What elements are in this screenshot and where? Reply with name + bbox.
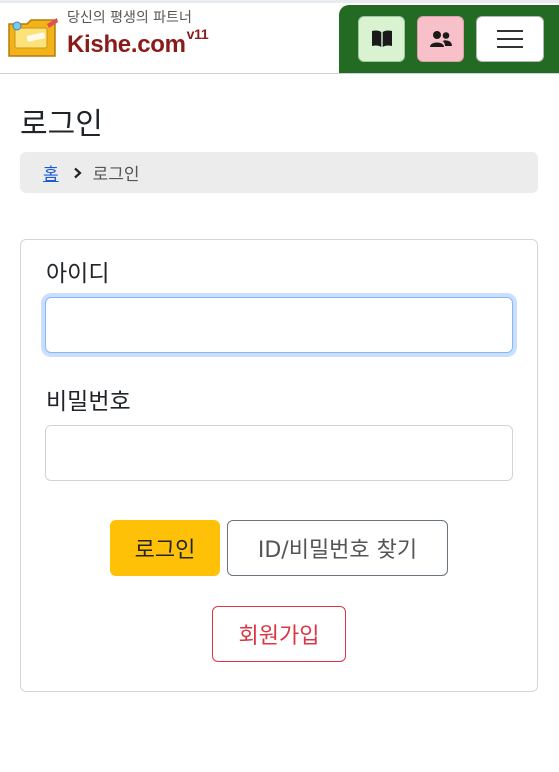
chevron-right-icon (73, 167, 82, 179)
open-book-icon (371, 30, 392, 47)
id-input[interactable] (45, 297, 513, 353)
find-id-password-button[interactable]: ID/비밀번호 찾기 (227, 520, 448, 576)
menu-button[interactable] (476, 16, 544, 62)
login-form-card: 아이디 비밀번호 로그인 ID/비밀번호 찾기 회원가입 (20, 239, 538, 692)
logo-icon[interactable] (7, 14, 59, 60)
version-badge: v11 (186, 26, 209, 42)
id-label: 아이디 (46, 261, 110, 287)
nav-panel (339, 5, 559, 73)
site-header: 당신의 평생의 파트너 Kishe.comv11 (0, 3, 559, 74)
brand-name[interactable]: Kishe.comv11 (67, 26, 209, 59)
hamburger-menu-icon (497, 30, 523, 48)
book-button[interactable] (358, 16, 405, 62)
login-button[interactable]: 로그인 (110, 520, 220, 576)
signup-button[interactable]: 회원가입 (212, 606, 346, 662)
people-button[interactable] (417, 16, 464, 62)
page-title: 로그인 (20, 107, 103, 142)
password-input[interactable] (45, 425, 513, 481)
breadcrumb: 홈 로그인 (20, 152, 538, 193)
password-label: 비밀번호 (46, 389, 131, 415)
brand-text[interactable]: Kishe.com (67, 31, 186, 58)
breadcrumb-current: 로그인 (92, 165, 140, 185)
breadcrumb-home-link[interactable]: 홈 (43, 160, 59, 185)
tagline: 당신의 평생의 파트너 (67, 10, 192, 26)
people-icon (429, 31, 452, 47)
